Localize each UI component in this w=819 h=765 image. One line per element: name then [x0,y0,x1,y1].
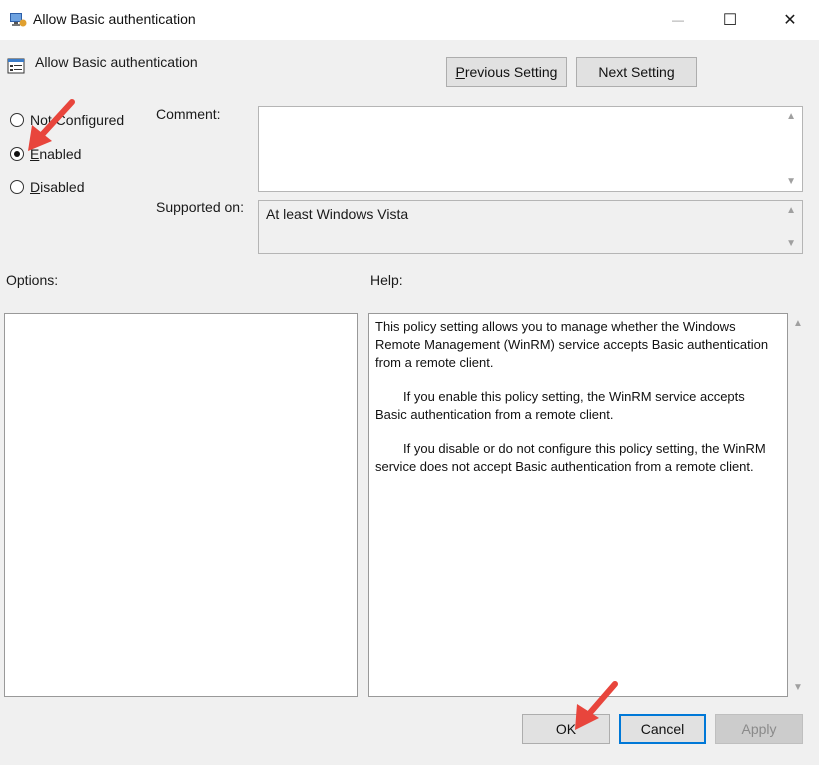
window-title: Allow Basic authentication [33,11,196,27]
radio-not-configured[interactable]: Not Configured [10,112,124,128]
previous-setting-button[interactable]: Previous Setting [446,57,567,87]
help-paragraph: This policy setting allows you to manage… [375,319,769,370]
radio-label: Not Configured [30,112,125,128]
scroll-down-icon[interactable]: ▼ [786,238,796,249]
help-text: This policy setting allows you to manage… [375,318,779,492]
help-scroll-down-icon[interactable]: ▼ [793,682,803,693]
ok-button[interactable]: OK [522,714,610,744]
options-label: Options: [6,272,59,288]
minimize-button[interactable]: — [653,0,703,40]
radio-disabled[interactable]: Disabled [10,179,85,195]
policy-title: Allow Basic authentication [35,54,198,70]
policy-setting-icon [7,58,25,74]
supported-on-value: At least Windows Vista [266,206,409,222]
radio-indicator[interactable] [10,180,24,194]
close-icon: ✕ [783,12,797,29]
radio-label: Enabled [30,146,82,162]
radio-indicator[interactable] [10,113,24,127]
radio-label: Disabled [30,179,85,195]
help-paragraph: If you disable or do not configure this … [375,441,766,474]
scroll-up-icon[interactable]: ▲ [786,205,796,216]
options-pane[interactable] [4,313,358,697]
maximize-button[interactable]: ☐ [705,0,755,40]
close-button[interactable]: ✕ [765,0,815,40]
minimize-icon: — [672,13,684,27]
cancel-button[interactable]: Cancel [619,714,706,744]
comment-label: Comment: [156,106,221,122]
help-pane[interactable]: This policy setting allows you to manage… [368,313,788,697]
next-setting-button[interactable]: Next Setting [576,57,697,87]
scroll-up-icon[interactable]: ▲ [786,111,796,122]
supported-on-label: Supported on: [156,199,244,215]
help-paragraph: If you enable this policy setting, the W… [375,389,745,422]
group-policy-icon [10,13,27,27]
maximize-icon: ☐ [722,12,738,29]
radio-enabled[interactable]: Enabled [10,146,81,162]
dialog-body: Allow Basic authentication Previous Sett… [0,40,819,765]
scroll-down-icon[interactable]: ▼ [786,176,796,187]
comment-textarea[interactable]: ▲ ▼ [258,106,803,192]
supported-on-field: At least Windows Vista ▲ ▼ [258,200,803,254]
radio-indicator[interactable] [10,147,24,161]
help-label: Help: [370,272,403,288]
apply-button[interactable]: Apply [715,714,803,744]
title-bar: Allow Basic authentication — ☐ ✕ [0,0,819,40]
help-scroll-up-icon[interactable]: ▲ [793,318,803,329]
